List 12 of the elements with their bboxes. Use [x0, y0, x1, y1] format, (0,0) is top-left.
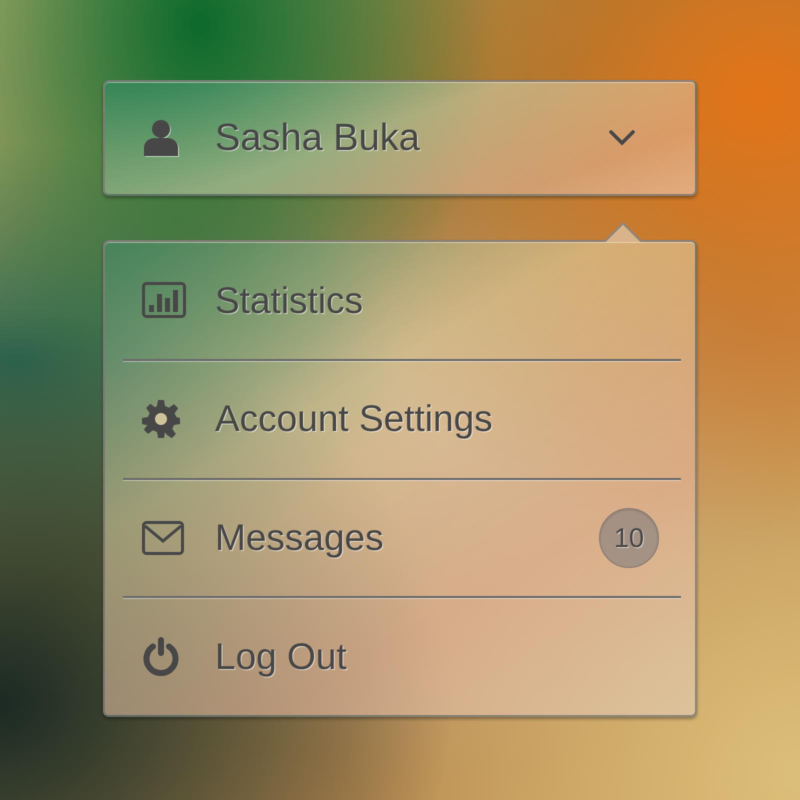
menu-item[interactable]: Log Out [105, 598, 695, 715]
envelope-icon [142, 520, 184, 555]
menu-item[interactable]: Account Settings [105, 360, 695, 478]
menu-item[interactable]: Messages 10 [105, 480, 695, 596]
message-count-badge: 10 [599, 508, 659, 568]
user-icon [144, 120, 178, 156]
user-menu-button[interactable]: Sasha Buka [103, 80, 697, 196]
power-icon [142, 637, 180, 676]
bar-chart-icon [142, 282, 186, 318]
chevron-down-icon [609, 130, 635, 146]
settings-icon [142, 400, 180, 438]
menu-item[interactable]: Statistics [105, 242, 695, 359]
